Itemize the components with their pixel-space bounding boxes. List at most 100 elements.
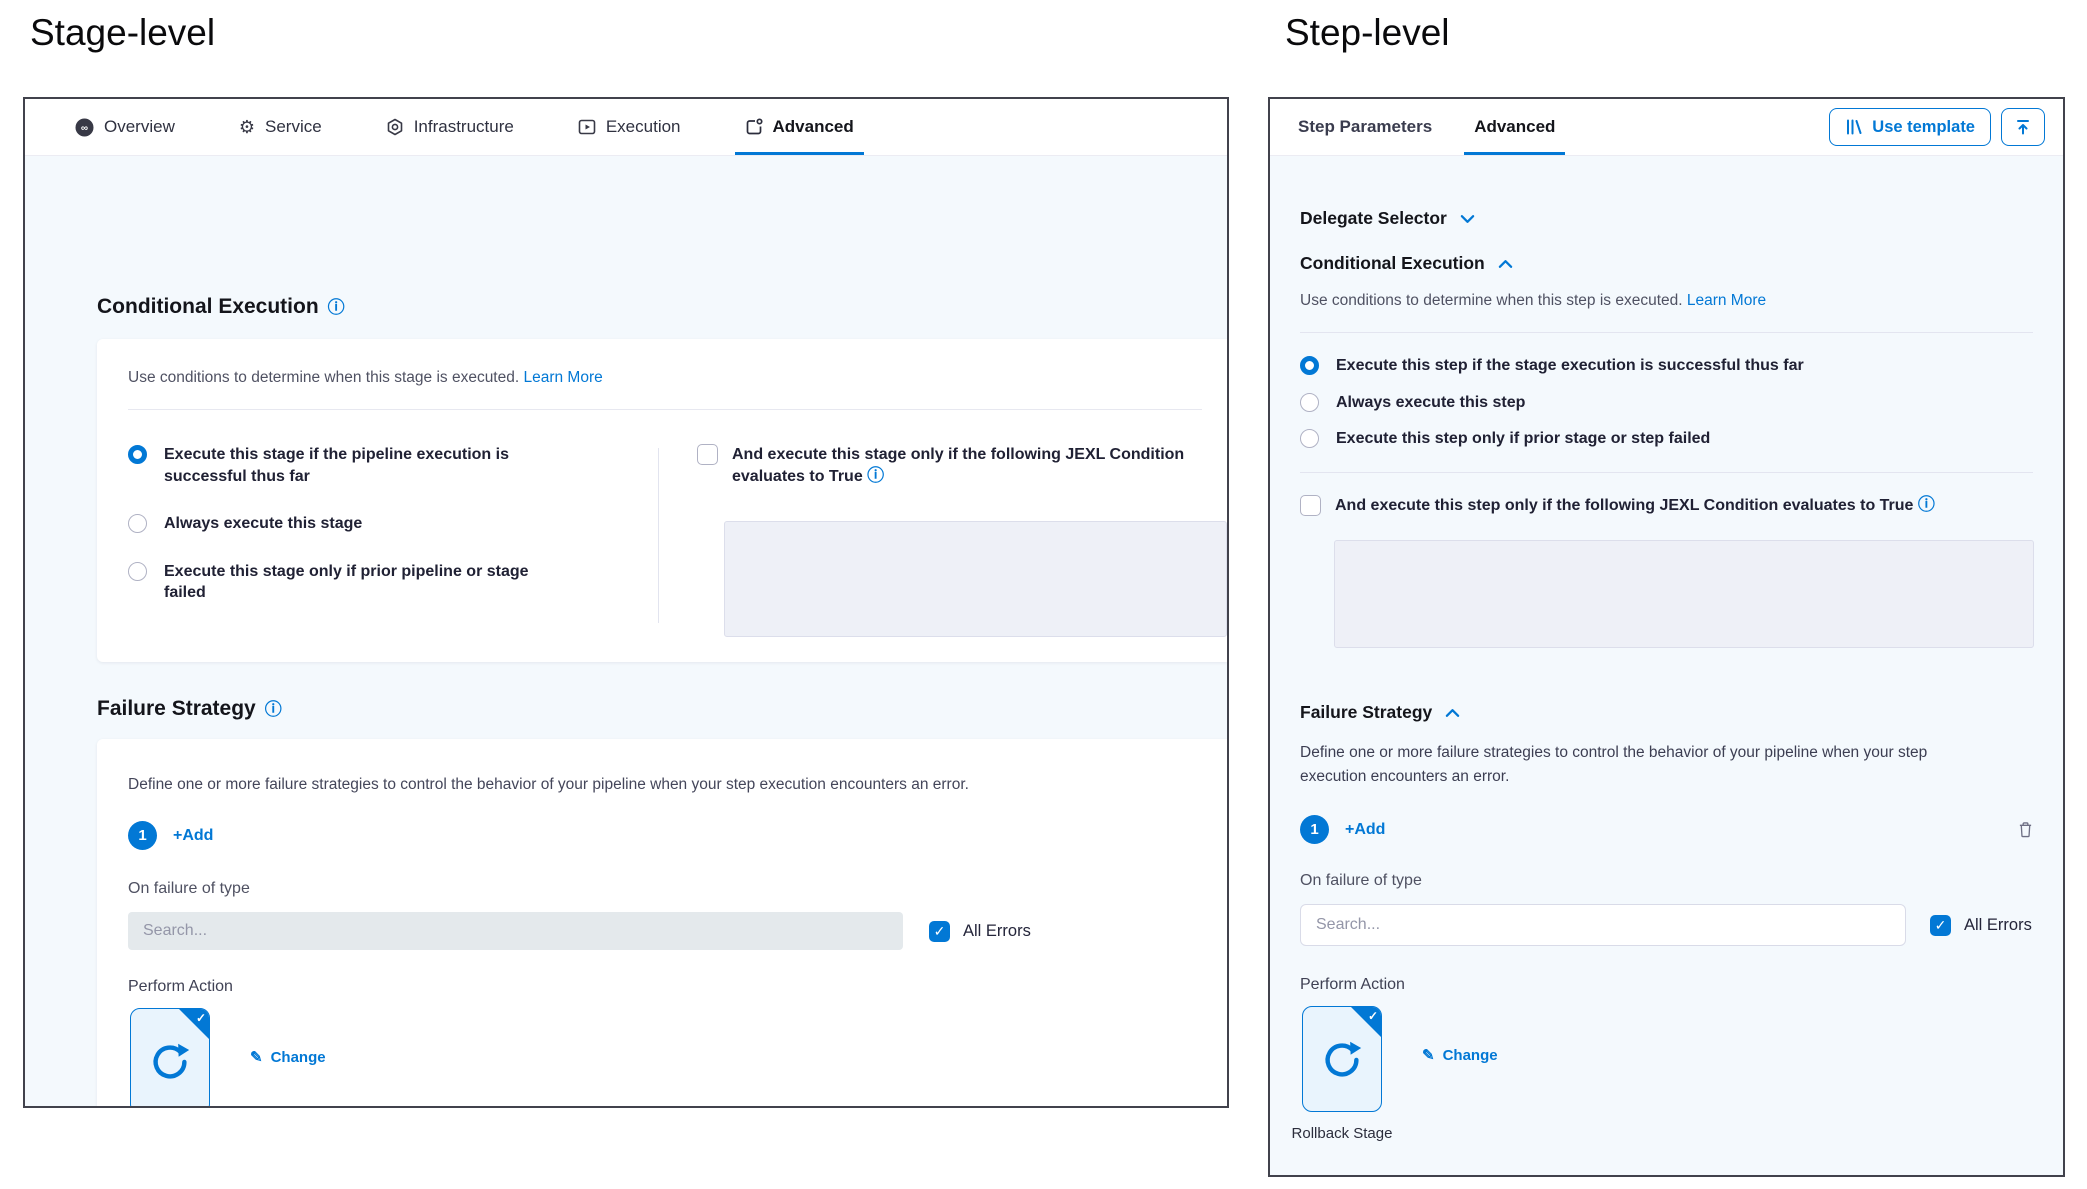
failure-strategy-card: Define one or more failure strategies to…: [97, 739, 1227, 1108]
strategy-tabs-row: 1 +Add: [1300, 815, 2033, 844]
tab-infrastructure[interactable]: Infrastructure: [386, 99, 514, 155]
svg-text:∞: ∞: [81, 123, 88, 134]
change-label: Change: [1443, 1047, 1498, 1064]
divider: [1300, 472, 2033, 473]
info-icon[interactable]: ⓘ: [265, 701, 282, 718]
radio-option-always[interactable]: Always execute this step: [1300, 392, 2033, 414]
selected-check-icon: ✓: [196, 1011, 206, 1025]
all-errors-label: All Errors: [1964, 916, 2032, 935]
radio-option-failed[interactable]: Execute this stage only if prior pipelin…: [128, 561, 628, 604]
info-icon[interactable]: ⓘ: [1918, 495, 1935, 514]
divider: [1300, 332, 2033, 333]
failure-strategy-section-toggle[interactable]: Failure Strategy: [1300, 702, 2033, 723]
learn-more-link[interactable]: Learn More: [523, 369, 602, 386]
change-action-link[interactable]: ✎ Change: [1422, 1046, 1498, 1064]
overview-icon: ∞: [75, 118, 94, 137]
info-icon[interactable]: ⓘ: [867, 466, 884, 485]
advanced-icon: [745, 118, 763, 136]
failure-type-search-input[interactable]: [128, 912, 903, 950]
stage-tabbar: ∞ Overview ⚙ Service Infrastructure Exec…: [25, 99, 1227, 156]
perform-action-label: Perform Action: [128, 978, 1227, 996]
jexl-checkbox-row[interactable]: And execute this step only if the follow…: [1300, 495, 2033, 517]
jexl-label-text: And execute this stage only if the follo…: [732, 446, 1184, 485]
radio-option-success[interactable]: Execute this step if the stage execution…: [1300, 355, 2033, 377]
conditional-execution-heading-label: Conditional Execution: [97, 295, 319, 319]
selected-check-icon: ✓: [1368, 1009, 1378, 1023]
radio-option-failed[interactable]: Execute this step only if prior stage or…: [1300, 428, 2033, 450]
stage-advanced-panel: ∞ Overview ⚙ Service Infrastructure Exec…: [23, 97, 1229, 1108]
tab-service[interactable]: ⚙ Service: [239, 99, 322, 155]
all-errors-label: All Errors: [963, 922, 1031, 941]
radio-option-success[interactable]: Execute this stage if the pipeline execu…: [128, 444, 628, 487]
strategy-1-badge[interactable]: 1: [1300, 815, 1329, 844]
tab-step-parameters[interactable]: Step Parameters: [1298, 99, 1432, 155]
failure-type-row: ✓ All Errors: [1300, 904, 2033, 946]
perform-action-label: Perform Action: [1300, 976, 2033, 994]
step-advanced-panel: Step Parameters Advanced Use template De…: [1268, 97, 2065, 1177]
radio-icon: [128, 562, 147, 581]
conditional-execution-label: Conditional Execution: [1300, 253, 1485, 274]
strategy-1-badge[interactable]: 1: [128, 821, 157, 850]
failure-type-row: ✓ All Errors: [128, 912, 1227, 950]
save-as-template-button[interactable]: [2001, 108, 2045, 146]
jexl-checkbox-row[interactable]: And execute this stage only if the follo…: [697, 444, 1227, 487]
change-action-link[interactable]: ✎ Change: [250, 1048, 326, 1066]
radio-option-label: Execute this step if the stage execution…: [1336, 355, 1804, 377]
delegate-selector-section-toggle[interactable]: Delegate Selector: [1300, 208, 2033, 229]
radio-icon: [128, 514, 147, 533]
radio-option-label: Execute this stage only if prior pipelin…: [164, 561, 549, 604]
stage-level-title: Stage-level: [30, 12, 215, 54]
radio-selected-icon: [128, 445, 147, 464]
on-failure-of-type-label: On failure of type: [1300, 872, 2033, 890]
add-strategy-button[interactable]: +Add: [1345, 821, 1385, 839]
template-library-icon: [1845, 118, 1863, 136]
conditional-execution-description-text: Use conditions to determine when this st…: [128, 369, 519, 386]
service-gear-icon: ⚙: [239, 118, 255, 136]
step-level-title: Step-level: [1285, 12, 1450, 54]
tab-overview-label: Overview: [104, 117, 175, 137]
step-panel-body: Delegate Selector Conditional Execution …: [1270, 208, 2063, 1144]
checkbox-unchecked-icon: [1300, 495, 1321, 516]
tab-advanced[interactable]: Advanced: [745, 99, 854, 155]
add-strategy-button[interactable]: +Add: [173, 827, 213, 845]
failure-strategy-label: Failure Strategy: [1300, 702, 1432, 723]
conditional-execution-section-toggle[interactable]: Conditional Execution: [1300, 253, 2033, 274]
learn-more-link[interactable]: Learn More: [1687, 292, 1766, 309]
radio-option-always[interactable]: Always execute this stage: [128, 513, 628, 535]
all-errors-checkbox-row[interactable]: ✓ All Errors: [1930, 915, 2032, 936]
jexl-condition-textarea[interactable]: [1334, 540, 2034, 648]
jexl-condition-textarea[interactable]: [724, 521, 1227, 637]
failure-strategy-description: Define one or more failure strategies to…: [1300, 741, 1980, 789]
trash-icon: [2018, 821, 2033, 838]
tab-service-label: Service: [265, 117, 322, 137]
conditional-execution-card: Use conditions to determine when this st…: [97, 339, 1227, 662]
strategy-tabs-left: 1 +Add: [1300, 815, 1385, 844]
rollback-stage-action-card[interactable]: ✓: [130, 1008, 210, 1108]
tab-execution[interactable]: Execution: [578, 99, 681, 155]
failure-type-search-input[interactable]: [1300, 904, 1906, 946]
tab-step-advanced[interactable]: Advanced: [1474, 99, 1555, 155]
perform-action-row: ✓ Rollback Stage ✎ Change: [1300, 1006, 2033, 1144]
header-actions: Use template: [1829, 99, 2045, 155]
vertical-divider: [658, 448, 659, 623]
rollback-stage-action-card[interactable]: ✓: [1302, 1006, 1382, 1112]
chevron-down-icon: [1460, 214, 1475, 224]
use-template-button[interactable]: Use template: [1829, 108, 1991, 146]
step-radio-group: Execute this step if the stage execution…: [1300, 355, 2033, 450]
chevron-up-icon: [1445, 708, 1460, 718]
checkbox-checked-icon: ✓: [929, 921, 950, 942]
step-conditional-description: Use conditions to determine when this st…: [1300, 292, 2033, 310]
perform-action-row: ✓ Rollback Stage ✎ Change: [128, 1008, 1227, 1108]
checkbox-unchecked-icon: [697, 444, 718, 465]
jexl-label-text: And execute this step only if the follow…: [1335, 497, 1913, 514]
delete-strategy-button[interactable]: [2018, 821, 2033, 838]
all-errors-checkbox-row[interactable]: ✓ All Errors: [929, 921, 1031, 942]
failure-strategy-heading: Failure Strategy ⓘ: [97, 697, 282, 721]
change-label: Change: [271, 1049, 326, 1066]
conditional-execution-description: Use conditions to determine when this st…: [97, 339, 1227, 409]
info-icon[interactable]: ⓘ: [328, 299, 345, 316]
step-conditional-description-text: Use conditions to determine when this st…: [1300, 292, 1683, 309]
failure-strategy-heading-label: Failure Strategy: [97, 697, 256, 721]
chevron-up-icon: [1498, 259, 1513, 269]
tab-overview[interactable]: ∞ Overview: [75, 99, 175, 155]
